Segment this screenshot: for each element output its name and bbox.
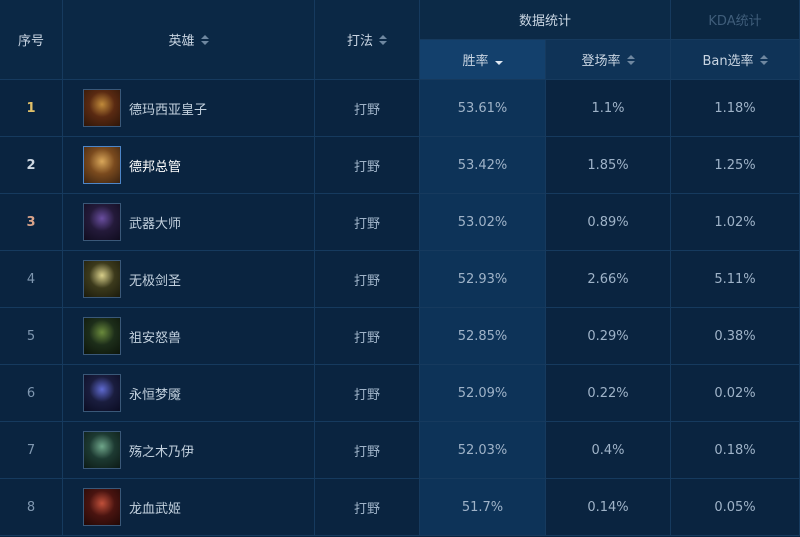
hero-cell[interactable]: 龙血武姬 bbox=[63, 479, 315, 536]
winrate-cell: 52.85% bbox=[420, 308, 546, 365]
hero-name[interactable]: 德玛西亚皇子 bbox=[129, 99, 207, 118]
hero-stats-table: 序号 英雄 打法 数据统计 KDA统计 胜率 登场率 Ban选率 1 德玛西亚皇子… bbox=[0, 0, 800, 537]
pickrate-cell: 0.22% bbox=[546, 365, 671, 422]
pickrate-cell: 0.14% bbox=[546, 479, 671, 536]
banrate-cell: 0.18% bbox=[671, 422, 800, 479]
column-header-rank: 序号 bbox=[0, 0, 63, 80]
pickrate-cell: 2.66% bbox=[546, 251, 671, 308]
pickrate-cell: 0.4% bbox=[546, 422, 671, 479]
pickrate-cell: 1.1% bbox=[546, 80, 671, 137]
lane-cell: 打野 bbox=[315, 479, 420, 536]
banrate-cell: 1.25% bbox=[671, 137, 800, 194]
hero-name[interactable]: 祖安怒兽 bbox=[129, 327, 181, 346]
master-yi-avatar[interactable] bbox=[83, 260, 121, 298]
hero-name[interactable]: 永恒梦魇 bbox=[129, 384, 181, 403]
hero-name[interactable]: 龙血武姬 bbox=[129, 498, 181, 517]
sort-desc-icon[interactable] bbox=[494, 55, 503, 65]
xin-zhao-avatar[interactable] bbox=[83, 146, 121, 184]
jarvan-avatar[interactable] bbox=[83, 89, 121, 127]
sort-icon[interactable] bbox=[200, 34, 209, 45]
hero-cell[interactable]: 永恒梦魇 bbox=[63, 365, 315, 422]
sort-icon[interactable] bbox=[626, 54, 635, 65]
lane-cell: 打野 bbox=[315, 251, 420, 308]
rank-cell: 5 bbox=[0, 308, 63, 365]
banrate-cell: 1.02% bbox=[671, 194, 800, 251]
rank-cell: 1 bbox=[0, 80, 63, 137]
rank-cell: 8 bbox=[0, 479, 63, 536]
banrate-cell: 5.11% bbox=[671, 251, 800, 308]
banrate-cell: 0.05% bbox=[671, 479, 800, 536]
banrate-cell: 0.02% bbox=[671, 365, 800, 422]
jax-avatar[interactable] bbox=[83, 203, 121, 241]
tab-data-stats[interactable]: 数据统计 bbox=[420, 0, 671, 40]
sort-icon[interactable] bbox=[759, 54, 768, 65]
sort-icon[interactable] bbox=[379, 34, 387, 45]
hero-cell[interactable]: 德邦总管 bbox=[63, 137, 315, 194]
rank-cell: 6 bbox=[0, 365, 63, 422]
lane-cell: 打野 bbox=[315, 422, 420, 479]
shyvana-avatar[interactable] bbox=[83, 488, 121, 526]
column-header-pickrate[interactable]: 登场率 bbox=[546, 40, 671, 80]
hero-name[interactable]: 无极剑圣 bbox=[129, 270, 181, 289]
banrate-cell: 1.18% bbox=[671, 80, 800, 137]
column-header-hero[interactable]: 英雄 bbox=[63, 0, 315, 80]
winrate-cell: 52.09% bbox=[420, 365, 546, 422]
winrate-cell: 53.61% bbox=[420, 80, 546, 137]
rank-cell: 7 bbox=[0, 422, 63, 479]
hero-name[interactable]: 殇之木乃伊 bbox=[129, 441, 194, 460]
banrate-cell: 0.38% bbox=[671, 308, 800, 365]
warwick-avatar[interactable] bbox=[83, 317, 121, 355]
pickrate-cell: 0.29% bbox=[546, 308, 671, 365]
rank-cell: 4 bbox=[0, 251, 63, 308]
amumu-avatar[interactable] bbox=[83, 431, 121, 469]
hero-cell[interactable]: 殇之木乃伊 bbox=[63, 422, 315, 479]
column-header-winrate[interactable]: 胜率 bbox=[420, 40, 546, 80]
lane-cell: 打野 bbox=[315, 137, 420, 194]
rank-cell: 2 bbox=[0, 137, 63, 194]
pickrate-cell: 1.85% bbox=[546, 137, 671, 194]
winrate-cell: 52.03% bbox=[420, 422, 546, 479]
lane-cell: 打野 bbox=[315, 365, 420, 422]
column-header-banrate[interactable]: Ban选率 bbox=[671, 40, 800, 80]
winrate-cell: 51.7% bbox=[420, 479, 546, 536]
hero-cell[interactable]: 德玛西亚皇子 bbox=[63, 80, 315, 137]
nocturne-avatar[interactable] bbox=[83, 374, 121, 412]
hero-cell[interactable]: 无极剑圣 bbox=[63, 251, 315, 308]
lane-cell: 打野 bbox=[315, 80, 420, 137]
winrate-cell: 53.02% bbox=[420, 194, 546, 251]
pickrate-cell: 0.89% bbox=[546, 194, 671, 251]
winrate-cell: 53.42% bbox=[420, 137, 546, 194]
lane-cell: 打野 bbox=[315, 194, 420, 251]
lane-cell: 打野 bbox=[315, 308, 420, 365]
hero-cell[interactable]: 祖安怒兽 bbox=[63, 308, 315, 365]
winrate-cell: 52.93% bbox=[420, 251, 546, 308]
hero-name[interactable]: 武器大师 bbox=[129, 213, 181, 232]
tab-kda-stats[interactable]: KDA统计 bbox=[671, 0, 800, 40]
hero-cell[interactable]: 武器大师 bbox=[63, 194, 315, 251]
column-header-lane[interactable]: 打法 bbox=[315, 0, 420, 80]
rank-cell: 3 bbox=[0, 194, 63, 251]
hero-name[interactable]: 德邦总管 bbox=[129, 156, 181, 175]
